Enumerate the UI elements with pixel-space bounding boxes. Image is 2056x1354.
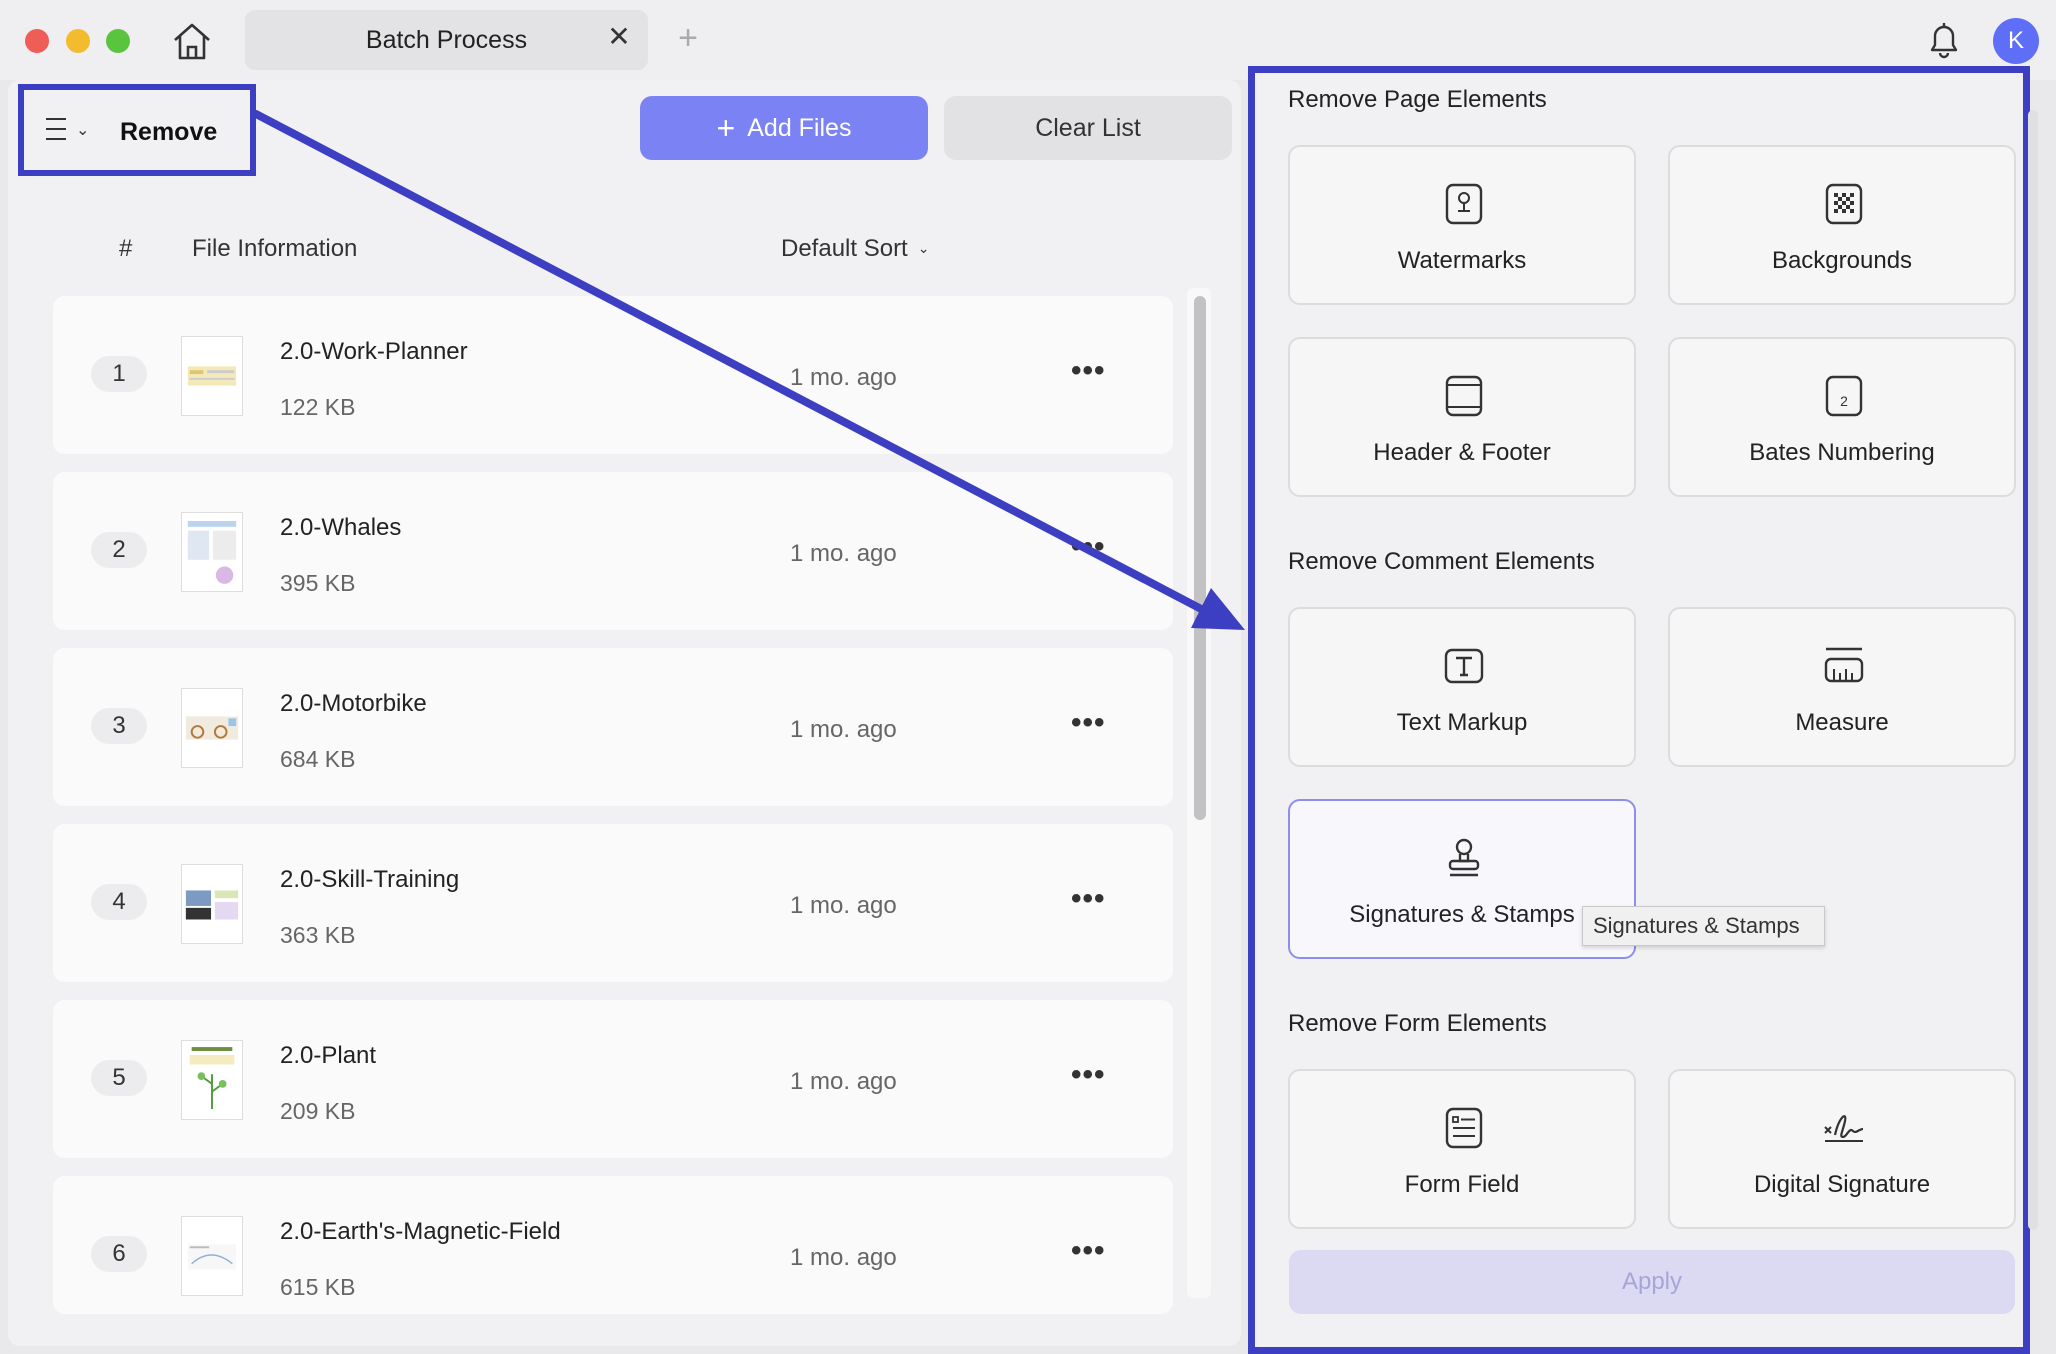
file-time: 1 mo. ago [790, 716, 897, 743]
option-label: Text Markup [1396, 709, 1528, 736]
option-digital-signature[interactable]: Digital Signature [1668, 1069, 2016, 1229]
more-options-icon[interactable]: ••• [1071, 354, 1115, 387]
close-window-button[interactable] [25, 29, 49, 53]
more-options-icon[interactable]: ••• [1071, 1234, 1115, 1267]
stamp-icon [1448, 838, 1480, 877]
file-thumbnail [181, 512, 243, 592]
file-size: 363 KB [280, 922, 356, 948]
chevron-down-icon: ⌄ [917, 240, 930, 256]
file-thumbnail [181, 688, 243, 768]
minimize-window-button[interactable] [66, 29, 90, 53]
background-icon [1825, 183, 1863, 225]
file-size: 615 KB [280, 1274, 356, 1300]
header-footer-icon [1445, 375, 1483, 417]
option-label: Watermarks [1397, 247, 1527, 274]
option-label: Form Field [1404, 1171, 1520, 1198]
bell-icon[interactable] [1926, 18, 1962, 60]
scrollbar-thumb[interactable] [1194, 296, 1206, 820]
menu-icon [46, 118, 66, 140]
form-field-icon [1445, 1107, 1483, 1149]
file-size: 209 KB [280, 1098, 356, 1124]
new-tab-icon[interactable]: + [670, 20, 706, 56]
more-options-icon[interactable]: ••• [1071, 1058, 1115, 1091]
option-label: Measure [1795, 709, 1889, 736]
chevron-down-icon: ⌄ [76, 122, 90, 139]
row-number: 3 [91, 708, 147, 744]
file-name: 2.0-Plant [280, 1042, 377, 1069]
option-label: Digital Signature [1753, 1171, 1931, 1198]
add-files-button[interactable]: + Add Files [640, 96, 928, 160]
ruler-icon [1824, 647, 1864, 683]
more-options-icon[interactable]: ••• [1071, 530, 1115, 563]
column-header-file-info: File Information [192, 235, 358, 262]
tab-close-icon[interactable]: ✕ [604, 22, 634, 52]
file-name: 2.0-Earth's-Magnetic-Field [280, 1218, 561, 1245]
option-measure[interactable]: Measure [1668, 607, 2016, 767]
option-text-markup[interactable]: Text Markup [1288, 607, 1636, 767]
clear-list-button[interactable]: Clear List [944, 96, 1232, 160]
bates-numbering-icon: 2 [1825, 375, 1863, 417]
option-backgrounds[interactable]: Backgrounds [1668, 145, 2016, 305]
file-time: 1 mo. ago [790, 1068, 897, 1095]
file-thumbnail [181, 1040, 243, 1120]
file-row[interactable]: 5 2.0-Plant 209 KB 1 mo. ago ••• [53, 1000, 1173, 1158]
row-number: 1 [91, 356, 147, 392]
file-time: 1 mo. ago [790, 364, 897, 391]
option-watermarks[interactable]: Watermarks [1288, 145, 1636, 305]
signature-icon [1824, 1115, 1864, 1142]
file-time: 1 mo. ago [790, 1244, 897, 1271]
mode-selector[interactable]: ⌄ Remove [18, 84, 256, 176]
file-size: 395 KB [280, 570, 356, 596]
apply-button[interactable]: Apply [1289, 1250, 2015, 1314]
sort-label: Default Sort [781, 235, 908, 262]
file-name: 2.0-Motorbike [280, 690, 427, 717]
watermark-icon [1445, 183, 1483, 225]
options-scrollbar[interactable] [2028, 110, 2038, 1230]
file-time: 1 mo. ago [790, 892, 897, 919]
file-time: 1 mo. ago [790, 540, 897, 567]
row-number: 4 [91, 884, 147, 920]
sort-dropdown[interactable]: Default Sort ⌄ [781, 235, 929, 263]
file-size: 122 KB [280, 394, 356, 420]
tab-batch-process[interactable]: Batch Process ✕ [245, 10, 648, 70]
mode-label: Remove [120, 118, 218, 146]
file-row[interactable]: 6 2.0-Earth's-Magnetic-Field 615 KB 1 mo… [53, 1176, 1173, 1314]
row-number: 5 [91, 1060, 147, 1096]
file-thumbnail [181, 336, 243, 416]
file-row[interactable]: 2 2.0-Whales 395 KB 1 mo. ago ••• [53, 472, 1173, 630]
tab-title: Batch Process [365, 26, 528, 54]
file-name: 2.0-Whales [280, 514, 402, 541]
section-title-page: Remove Page Elements [1288, 86, 1547, 113]
column-header-number: # [119, 235, 133, 262]
file-name: 2.0-Skill-Training [280, 866, 460, 893]
option-label: Bates Numbering [1749, 439, 1935, 466]
section-title-form: Remove Form Elements [1288, 1010, 1547, 1037]
option-bates-numbering[interactable]: 2 Bates Numbering [1668, 337, 2016, 497]
option-label: Backgrounds [1771, 247, 1913, 274]
option-header-footer[interactable]: Header & Footer [1288, 337, 1636, 497]
more-options-icon[interactable]: ••• [1071, 706, 1115, 739]
tooltip: Signatures & Stamps [1582, 906, 1825, 946]
section-title-comment: Remove Comment Elements [1288, 548, 1595, 575]
add-files-label: Add Files [747, 113, 852, 142]
row-number: 6 [91, 1236, 147, 1272]
file-row[interactable]: 3 2.0-Motorbike 684 KB 1 mo. ago ••• [53, 648, 1173, 806]
file-thumbnail [181, 1216, 243, 1296]
option-label: Header & Footer [1373, 439, 1551, 466]
file-thumbnail [181, 864, 243, 944]
file-name: 2.0-Work-Planner [280, 338, 468, 365]
svg-text:2: 2 [1840, 393, 1848, 409]
file-row[interactable]: 1 2.0-Work-Planner 122 KB 1 mo. ago ••• [53, 296, 1173, 454]
avatar[interactable]: K [1993, 18, 2039, 64]
more-options-icon[interactable]: ••• [1071, 882, 1115, 915]
file-row[interactable]: 4 2.0-Skill-Training 363 KB 1 mo. ago ••… [53, 824, 1173, 982]
text-markup-icon [1444, 648, 1484, 684]
plus-icon: + [716, 109, 736, 146]
zoom-window-button[interactable] [106, 29, 130, 53]
home-icon[interactable] [170, 20, 214, 62]
row-number: 2 [91, 532, 147, 568]
file-size: 684 KB [280, 746, 356, 772]
option-form-field[interactable]: Form Field [1288, 1069, 1636, 1229]
